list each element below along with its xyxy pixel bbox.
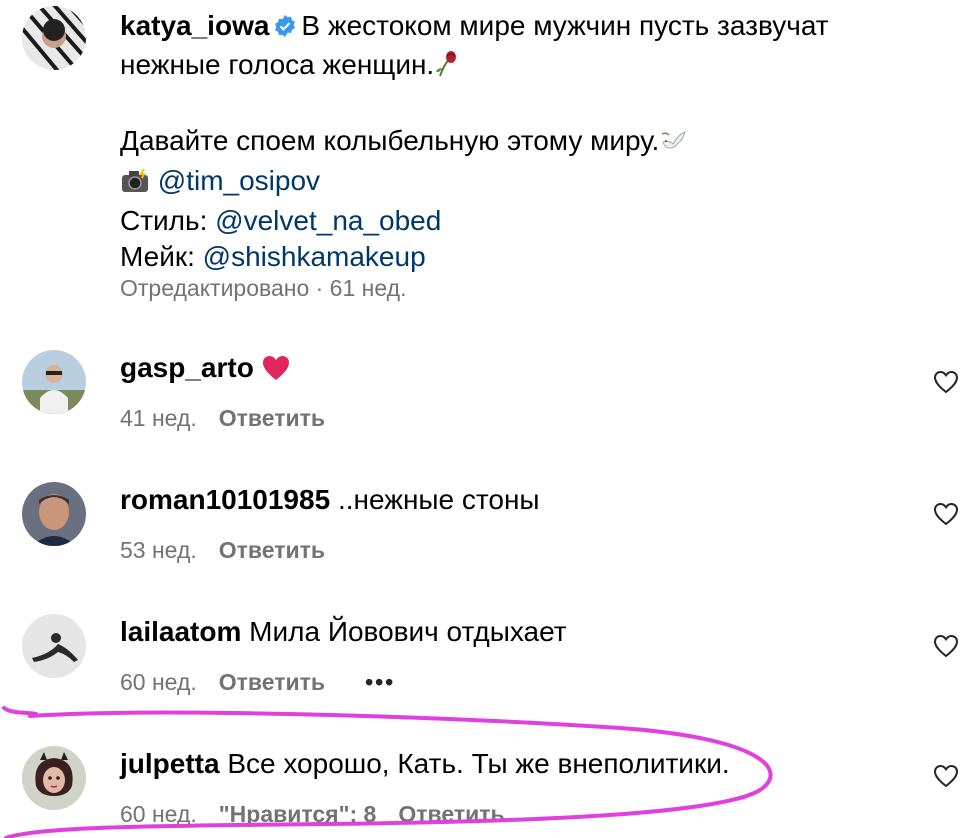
caption-username[interactable]: katya_iowa [120, 10, 269, 41]
avatar-roman10101985[interactable] [22, 482, 86, 546]
reply-button[interactable]: Ответить [219, 405, 325, 431]
comment-username[interactable]: lailaatom [120, 616, 241, 647]
comment-username[interactable]: gasp_arto [120, 352, 254, 383]
like-comment-button[interactable] [932, 500, 960, 528]
red-heart-emoji [262, 354, 290, 390]
caption-text: katya_iowa В жестоком мире мужчин пусть з… [120, 8, 920, 275]
comment-username[interactable]: roman10101985 [120, 484, 330, 515]
avatar-image [22, 614, 86, 678]
reply-button[interactable]: Ответить [398, 801, 504, 827]
comment-text: Все хорошо, Кать. Ты же внеполитики. [227, 748, 730, 779]
caption-line2: нежные голоса женщин. [120, 49, 435, 80]
comment-meta: 60 нед. Ответить ••• [120, 669, 395, 696]
likes-count-button[interactable]: "Нравится": 8 [219, 801, 377, 827]
avatar-julpetta[interactable] [22, 746, 86, 810]
reply-button[interactable]: Ответить [219, 669, 325, 695]
dove-emoji [659, 126, 687, 163]
comment-meta: 53 нед. Ответить [120, 537, 325, 564]
heart-outline-icon [933, 634, 959, 658]
comment-time: 60 нед. [120, 801, 197, 827]
more-options-button[interactable]: ••• [365, 669, 395, 695]
heart-outline-icon [933, 370, 959, 394]
style-label: Стиль: [120, 205, 216, 236]
heart-outline-icon [933, 502, 959, 526]
mention-makeup[interactable]: @shishkamakeup [203, 241, 426, 272]
verified-badge-icon [273, 11, 297, 47]
wilted-rose-emoji [434, 50, 458, 87]
heart-outline-icon [933, 764, 959, 788]
makeup-label: Мейк: [120, 241, 203, 272]
avatar-image [22, 6, 86, 70]
avatar-image [22, 482, 86, 546]
caption-meta: Отредактировано · 61 нед. [120, 275, 407, 301]
comment-time: 53 нед. [120, 537, 197, 563]
comment-time: 60 нед. [120, 669, 197, 695]
avatar-image [22, 746, 86, 810]
avatar-image [22, 350, 86, 414]
comment-time: 41 нед. [120, 405, 197, 431]
avatar-lailaatom[interactable] [22, 614, 86, 678]
comment-meta: 60 нед. "Нравится": 8 Ответить [120, 801, 505, 828]
caption-line3: Давайте споем колыбельную этому миру. [120, 125, 660, 156]
comment-meta: 41 нед. Ответить [120, 405, 325, 432]
avatar-gasp-arto[interactable] [22, 350, 86, 414]
reply-button[interactable]: Ответить [219, 537, 325, 563]
comment-username[interactable]: julpetta [120, 748, 220, 779]
like-comment-button[interactable] [932, 762, 960, 790]
comment-body: julpetta Все хорошо, Кать. Ты же внеполи… [120, 746, 730, 782]
mention-stylist[interactable]: @velvet_na_obed [215, 205, 441, 236]
caption-line1: В жестоком мире мужчин пусть зазвучат [301, 10, 829, 41]
comment-text: Мила Йовович отдыхает [249, 616, 567, 647]
comment-body: lailaatom Мила Йовович отдыхает [120, 614, 567, 650]
comment-text: ..нежные стоны [337, 484, 540, 515]
comment-body: roman10101985 ..нежные стоны [120, 482, 540, 518]
camera-flash-emoji [120, 167, 150, 203]
comment-body: gasp_arto [120, 350, 290, 390]
avatar-katya-iowa[interactable] [22, 6, 86, 70]
like-comment-button[interactable] [932, 368, 960, 396]
mention-photographer[interactable]: @tim_osipov [158, 165, 320, 196]
like-comment-button[interactable] [932, 632, 960, 660]
